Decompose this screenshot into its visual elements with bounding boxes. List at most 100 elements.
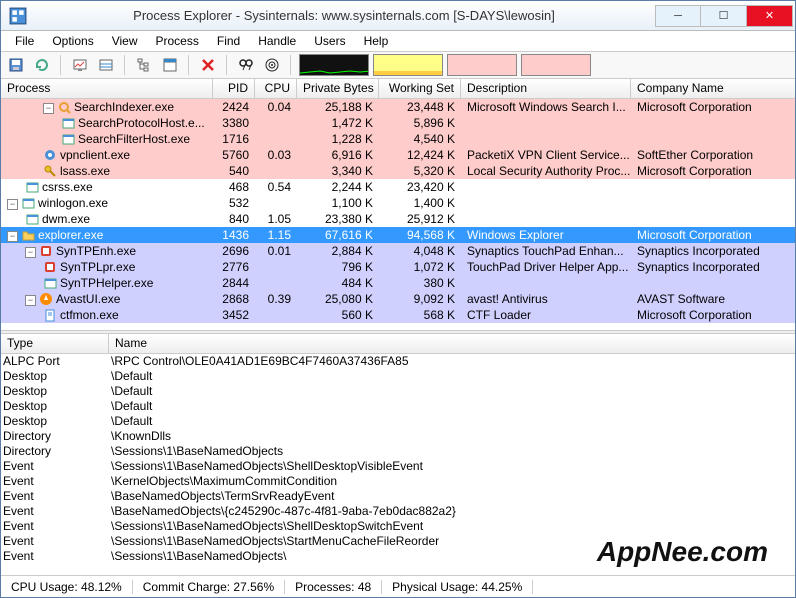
handle-row[interactable]: Directory\KnownDlls	[1, 429, 795, 444]
col-name[interactable]: Name	[109, 334, 775, 353]
process-row[interactable]: dwm.exe8401.0523,380 K25,912 K	[1, 211, 795, 227]
process-ws: 380 K	[379, 276, 461, 290]
process-icon	[21, 196, 35, 210]
col-desc[interactable]: Description	[461, 79, 631, 98]
handle-type: Desktop	[3, 414, 111, 429]
process-cpu: 1.05	[255, 212, 297, 226]
handle-row[interactable]: Event\Sessions\1\BaseNamedObjects\ShellD…	[1, 519, 795, 534]
col-ws[interactable]: Working Set	[379, 79, 461, 98]
process-row[interactable]: −SearchIndexer.exe24240.0425,188 K23,448…	[1, 99, 795, 115]
handle-row[interactable]: Event\BaseNamedObjects\{c245290c-487c-4f…	[1, 504, 795, 519]
expand-icon[interactable]: −	[7, 199, 18, 210]
handle-row[interactable]: Event\Sessions\1\BaseNamedObjects\	[1, 549, 795, 564]
find-icon[interactable]	[235, 54, 257, 76]
tree-icon[interactable]	[133, 54, 155, 76]
handle-row[interactable]: ALPC Port\RPC Control\OLE0A41AD1E69BC4F7…	[1, 354, 795, 369]
process-row[interactable]: SearchFilterHost.exe17161,228 K4,540 K	[1, 131, 795, 147]
process-row[interactable]: csrss.exe4680.542,244 K23,420 K	[1, 179, 795, 195]
process-priv: 2,244 K	[297, 180, 379, 194]
expand-icon[interactable]: −	[25, 247, 36, 258]
expand-icon[interactable]: −	[7, 231, 18, 242]
handle-row[interactable]: Desktop\Default	[1, 414, 795, 429]
process-ws: 25,912 K	[379, 212, 461, 226]
process-name: ctfmon.exe	[60, 308, 119, 322]
process-icon	[39, 244, 53, 258]
menu-find[interactable]: Find	[209, 32, 248, 50]
process-comp: AVAST Software	[631, 292, 761, 306]
statusbar: CPU Usage: 48.12% Commit Charge: 27.56% …	[1, 575, 795, 597]
process-row[interactable]: ctfmon.exe3452560 K568 KCTF LoaderMicros…	[1, 307, 795, 323]
process-row[interactable]: −winlogon.exe5321,100 K1,400 K	[1, 195, 795, 211]
handle-type: Event	[3, 549, 111, 564]
process-row[interactable]: −SynTPEnh.exe26960.012,884 K4,048 KSynap…	[1, 243, 795, 259]
menu-options[interactable]: Options	[44, 32, 101, 50]
process-row[interactable]: SearchProtocolHost.e...33801,472 K5,896 …	[1, 115, 795, 131]
handle-name: \Sessions\1\BaseNamedObjects\ShellDeskto…	[111, 459, 751, 474]
handle-row[interactable]: Desktop\Default	[1, 369, 795, 384]
properties-icon[interactable]	[159, 54, 181, 76]
process-desc: CTF Loader	[461, 308, 631, 322]
col-comp[interactable]: Company Name	[631, 79, 775, 98]
save-icon[interactable]	[5, 54, 27, 76]
process-comp: Synaptics Incorporated	[631, 244, 761, 258]
handle-row[interactable]: Desktop\Default	[1, 384, 795, 399]
process-name: dwm.exe	[42, 212, 90, 226]
minimize-button[interactable]: ─	[655, 5, 701, 27]
handle-row[interactable]: Event\Sessions\1\BaseNamedObjects\StartM…	[1, 534, 795, 549]
maximize-button[interactable]: ☐	[701, 5, 747, 27]
process-row[interactable]: SynTPHelper.exe2844484 K380 K	[1, 275, 795, 291]
menu-view[interactable]: View	[104, 32, 146, 50]
process-desc: TouchPad Driver Helper App...	[461, 260, 631, 274]
process-icon	[43, 276, 57, 290]
handle-type: Directory	[3, 444, 111, 459]
handle-row[interactable]: Desktop\Default	[1, 399, 795, 414]
process-name: SearchProtocolHost.e...	[78, 116, 205, 130]
menu-file[interactable]: File	[7, 32, 42, 50]
handle-row[interactable]: Event\BaseNamedObjects\TermSrvReadyEvent	[1, 489, 795, 504]
menu-process[interactable]: Process	[148, 32, 207, 50]
handle-name: \BaseNamedObjects\{c245290c-487c-4f81-9a…	[111, 504, 751, 519]
col-cpu[interactable]: CPU	[255, 79, 297, 98]
process-pid: 540	[213, 164, 255, 178]
handle-list[interactable]: ALPC Port\RPC Control\OLE0A41AD1E69BC4F7…	[1, 354, 795, 575]
process-row[interactable]: SynTPLpr.exe2776796 K1,072 KTouchPad Dri…	[1, 259, 795, 275]
process-cpu: 0.01	[255, 244, 297, 258]
menu-help[interactable]: Help	[356, 32, 397, 50]
commit-chart[interactable]	[373, 54, 443, 76]
kill-icon[interactable]	[197, 54, 219, 76]
handle-type: Event	[3, 519, 111, 534]
process-row[interactable]: −AvastUI.exe28680.3925,080 K9,092 Kavast…	[1, 291, 795, 307]
handles-icon[interactable]	[95, 54, 117, 76]
handle-type: Event	[3, 459, 111, 474]
handle-name: \KernelObjects\MaximumCommitCondition	[111, 474, 751, 489]
system-info-icon[interactable]	[69, 54, 91, 76]
process-cpu: 0.04	[255, 100, 297, 114]
target-icon[interactable]	[261, 54, 283, 76]
menu-handle[interactable]: Handle	[250, 32, 304, 50]
process-row[interactable]: vpnclient.exe57600.036,916 K12,424 KPack…	[1, 147, 795, 163]
menu-users[interactable]: Users	[306, 32, 353, 50]
expand-icon[interactable]: −	[43, 103, 54, 114]
handle-row[interactable]: Directory\Sessions\1\BaseNamedObjects	[1, 444, 795, 459]
process-name: winlogon.exe	[38, 196, 108, 210]
io-chart[interactable]	[447, 54, 517, 76]
process-row[interactable]: −explorer.exe14361.1567,616 K94,568 KWin…	[1, 227, 795, 243]
process-row[interactable]: lsass.exe5403,340 K5,320 KLocal Security…	[1, 163, 795, 179]
expand-icon[interactable]: −	[25, 295, 36, 306]
process-ws: 5,896 K	[379, 116, 461, 130]
handle-name: \Sessions\1\BaseNamedObjects\StartMenuCa…	[111, 534, 751, 549]
process-priv: 3,340 K	[297, 164, 379, 178]
handle-row[interactable]: Event\Sessions\1\BaseNamedObjects\ShellD…	[1, 459, 795, 474]
handle-row[interactable]: Event\KernelObjects\MaximumCommitConditi…	[1, 474, 795, 489]
col-pid[interactable]: PID	[213, 79, 255, 98]
cpu-chart[interactable]	[299, 54, 369, 76]
col-priv[interactable]: Private Bytes	[297, 79, 379, 98]
process-pid: 840	[213, 212, 255, 226]
col-type[interactable]: Type	[1, 334, 109, 353]
close-button[interactable]: ✕	[747, 5, 793, 27]
process-icon	[25, 180, 39, 194]
phys-chart[interactable]	[521, 54, 591, 76]
col-process[interactable]: Process	[1, 79, 213, 98]
refresh-icon[interactable]	[31, 54, 53, 76]
process-list[interactable]: −SearchIndexer.exe24240.0425,188 K23,448…	[1, 99, 795, 330]
